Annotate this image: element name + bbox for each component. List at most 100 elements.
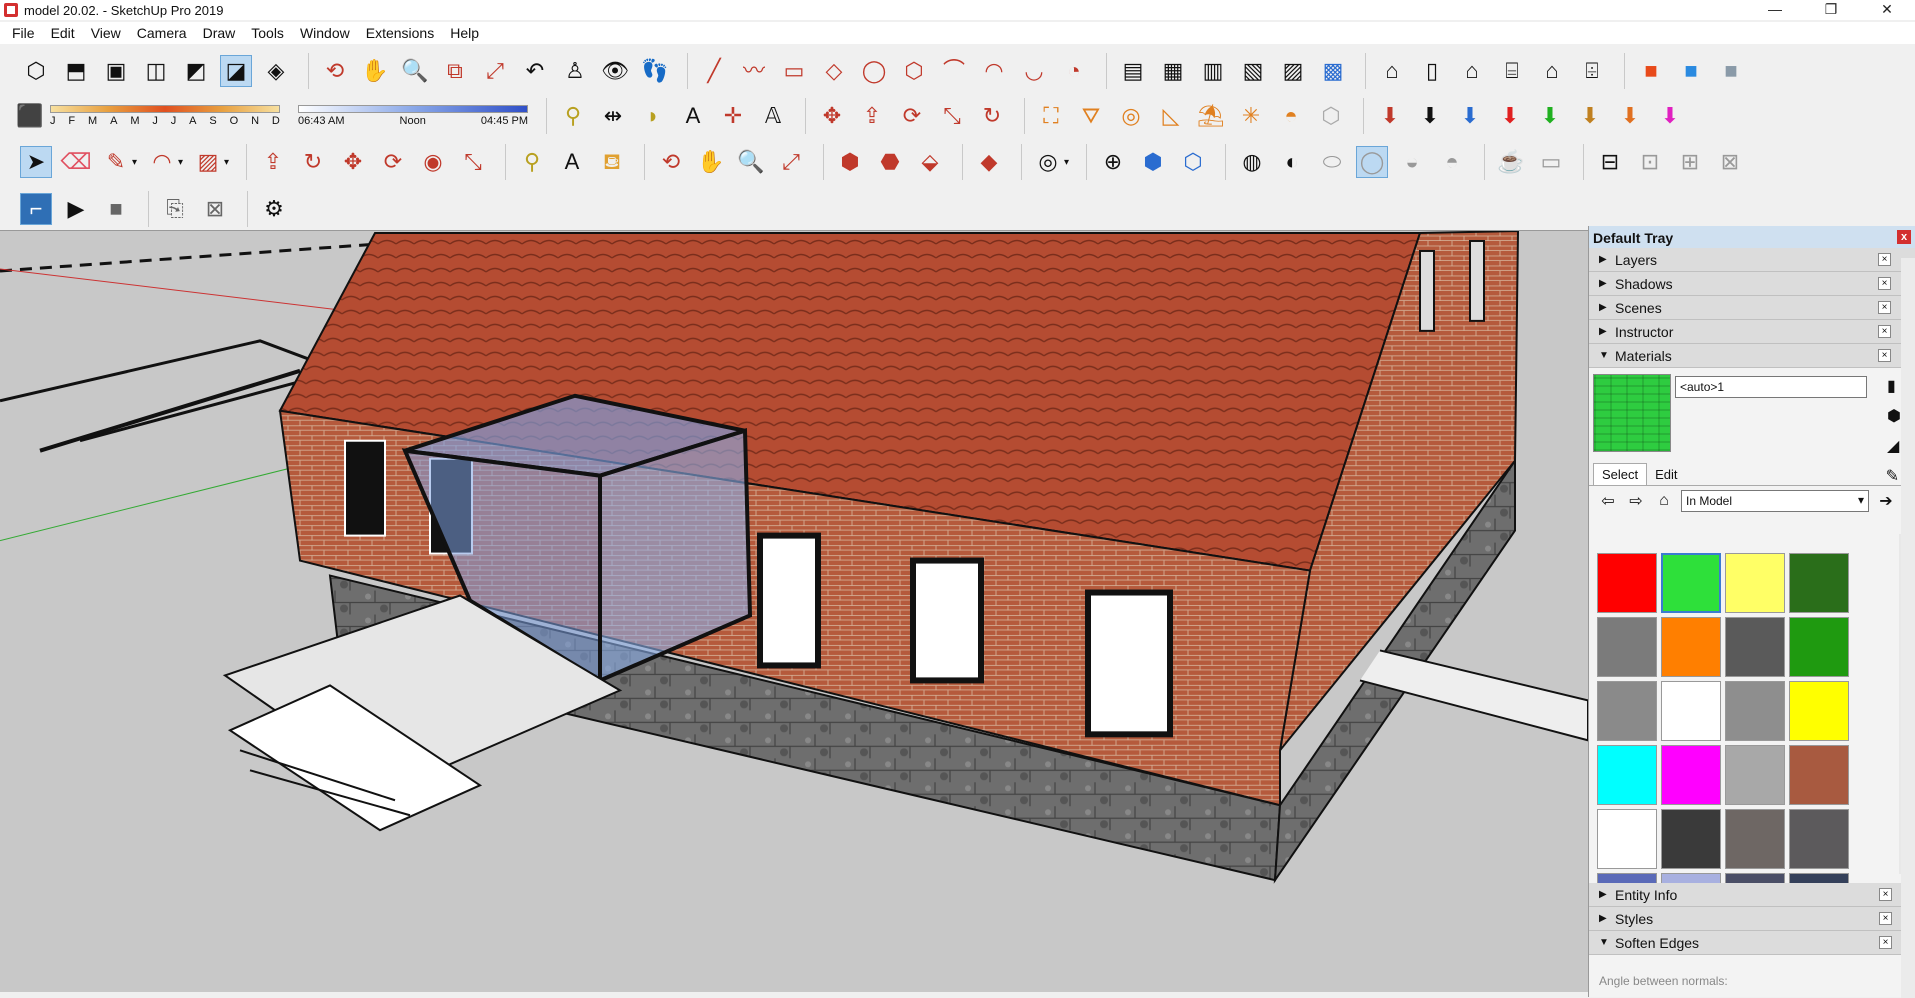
rotated-rectangle-icon[interactable]: ◇ bbox=[818, 55, 850, 87]
add-detail-icon[interactable]: ✳ bbox=[1235, 100, 1267, 132]
arrow-magenta-icon[interactable]: ⬇ bbox=[1654, 100, 1686, 132]
tray-scrollbar[interactable] bbox=[1901, 258, 1915, 998]
menu-camera[interactable]: Camera bbox=[129, 25, 195, 41]
drape-icon[interactable]: ⛱ bbox=[1195, 100, 1227, 132]
text-tool-icon[interactable]: A bbox=[556, 146, 588, 178]
position-camera-icon[interactable]: ♙ bbox=[559, 55, 591, 87]
eraser-icon[interactable]: ⌫ bbox=[60, 146, 92, 178]
cube-blue-icon[interactable]: ■ bbox=[1675, 55, 1707, 87]
gear-icon[interactable]: ⚙ bbox=[258, 193, 290, 225]
zoom-icon[interactable]: 🔍 bbox=[399, 55, 431, 87]
layout-icon[interactable]: ☕ bbox=[1495, 146, 1527, 178]
panel-close-icon[interactable]: × bbox=[1878, 277, 1891, 290]
pan-icon[interactable]: ✋ bbox=[359, 55, 391, 87]
material-swatch[interactable] bbox=[1725, 617, 1785, 677]
tape-measure-icon[interactable]: ⚲ bbox=[557, 100, 589, 132]
freehand-icon[interactable]: 〰 bbox=[738, 55, 770, 87]
crosshair-icon[interactable]: ⊕ bbox=[1097, 146, 1129, 178]
tape-tool-icon[interactable]: ⚲ bbox=[516, 146, 548, 178]
material-swatch[interactable] bbox=[1725, 809, 1785, 869]
move-tool-icon[interactable]: ✥ bbox=[337, 146, 369, 178]
material-swatch[interactable] bbox=[1661, 617, 1721, 677]
panel-close-icon[interactable]: × bbox=[1879, 912, 1892, 925]
menu-tools[interactable]: Tools bbox=[243, 25, 292, 41]
select-icon[interactable]: ➤ bbox=[20, 146, 52, 178]
chevron-down-icon[interactable]: ▾ bbox=[132, 157, 142, 168]
panel-scenes[interactable]: ▶ Scenes × bbox=[1589, 296, 1915, 320]
arrow-black-icon[interactable]: ⬇ bbox=[1414, 100, 1446, 132]
arrow-olive-icon[interactable]: ⬇ bbox=[1574, 100, 1606, 132]
material-swatch[interactable] bbox=[1597, 745, 1657, 805]
offset-icon[interactable]: ◉ bbox=[417, 146, 449, 178]
shape-icon[interactable]: ▨ bbox=[192, 146, 224, 178]
time-slider-track[interactable] bbox=[298, 105, 528, 113]
monochrome-icon[interactable]: ▭ bbox=[1535, 146, 1567, 178]
previous-view-icon[interactable]: ↶ bbox=[519, 55, 551, 87]
details-arrow-icon[interactable]: ➔ bbox=[1875, 491, 1897, 511]
dimension-icon[interactable]: ⇹ bbox=[597, 100, 629, 132]
arc-tool-icon[interactable]: ◠ bbox=[146, 146, 178, 178]
scale-icon[interactable]: ⤡ bbox=[936, 100, 968, 132]
share-component-icon[interactable]: ⬙ bbox=[914, 146, 946, 178]
arrow-orange-icon[interactable]: ⬇ bbox=[1614, 100, 1646, 132]
pencil-icon[interactable]: ✎ bbox=[100, 146, 132, 178]
pie-icon[interactable]: ◔ bbox=[1058, 55, 1090, 87]
material-name-input[interactable]: <auto>1 bbox=[1675, 376, 1867, 398]
panel-shadows[interactable]: ▶ Shadows × bbox=[1589, 272, 1915, 296]
material-swatch[interactable] bbox=[1725, 553, 1785, 613]
back-view-icon[interactable]: ◩ bbox=[180, 55, 212, 87]
solid-subtract-icon[interactable]: ▩ bbox=[1317, 55, 1349, 87]
wireframe-icon[interactable]: ⬭ bbox=[1316, 146, 1348, 178]
material-swatch[interactable] bbox=[1661, 681, 1721, 741]
back-edges-icon[interactable]: ◐ bbox=[1276, 146, 1308, 178]
scale-tool-icon[interactable]: ⤡ bbox=[457, 146, 489, 178]
panel-entity-info[interactable]: ▶ Entity Info × bbox=[1589, 883, 1915, 907]
play-icon[interactable]: ▶ bbox=[60, 193, 92, 225]
zoom-extents-icon[interactable]: ⤢ bbox=[479, 55, 511, 87]
material-swatch[interactable] bbox=[1661, 809, 1721, 869]
material-swatch[interactable] bbox=[1597, 553, 1657, 613]
menu-window[interactable]: Window bbox=[292, 25, 358, 41]
solid-union-icon[interactable]: ▨ bbox=[1277, 55, 1309, 87]
bottom-view-icon[interactable]: ◈ bbox=[260, 55, 292, 87]
material-swatch[interactable] bbox=[1789, 681, 1849, 741]
tab-select[interactable]: Select bbox=[1593, 463, 1648, 485]
panel-close-icon[interactable]: × bbox=[1878, 301, 1891, 314]
shaded-icon[interactable]: ◒ bbox=[1396, 146, 1428, 178]
outliner-icon[interactable]: ▧ bbox=[1237, 55, 1269, 87]
component-icon[interactable]: ▥ bbox=[1197, 55, 1229, 87]
top-view-icon[interactable]: ⬒ bbox=[60, 55, 92, 87]
push-pull-tool-icon[interactable]: ⇪ bbox=[257, 146, 289, 178]
get-models-icon[interactable]: ⬢ bbox=[834, 146, 866, 178]
time-slider[interactable]: 06:43 AM Noon 04:45 PM bbox=[298, 105, 528, 127]
display-section-cuts-icon[interactable]: ⊞ bbox=[1674, 146, 1706, 178]
material-swatch[interactable] bbox=[1725, 745, 1785, 805]
minimize-button[interactable]: — bbox=[1747, 0, 1803, 20]
date-slider-track[interactable] bbox=[50, 105, 280, 113]
flip-edge-icon[interactable]: ◓ bbox=[1275, 100, 1307, 132]
material-swatch[interactable] bbox=[1789, 617, 1849, 677]
panel-close-icon[interactable]: × bbox=[1878, 349, 1891, 362]
panel-styles[interactable]: ▶ Styles × bbox=[1589, 907, 1915, 931]
menu-help[interactable]: Help bbox=[442, 25, 487, 41]
material-swatch[interactable] bbox=[1597, 681, 1657, 741]
arrow-red-icon[interactable]: ⬇ bbox=[1374, 100, 1406, 132]
home-icon[interactable]: ⌂ bbox=[1653, 492, 1675, 510]
rotate-icon[interactable]: ⟳ bbox=[896, 100, 928, 132]
hidden-line-icon[interactable]: ◯ bbox=[1356, 146, 1388, 178]
model-viewport[interactable] bbox=[0, 230, 1588, 992]
line-icon[interactable]: ╱ bbox=[698, 55, 730, 87]
left-view-icon[interactable]: ◪ bbox=[220, 55, 252, 87]
building-icon[interactable]: ⌸ bbox=[1496, 55, 1528, 87]
maximize-button[interactable]: ❐ bbox=[1803, 0, 1859, 20]
smoove-icon[interactable]: ◎ bbox=[1115, 100, 1147, 132]
material-swatch[interactable] bbox=[1789, 553, 1849, 613]
back-arrow-icon[interactable]: ⇦ bbox=[1597, 491, 1619, 511]
group-icon[interactable]: ▤ bbox=[1117, 55, 1149, 87]
axes-icon[interactable]: ✛ bbox=[717, 100, 749, 132]
collection-select[interactable]: In Model bbox=[1681, 490, 1869, 512]
material-swatch[interactable] bbox=[1661, 553, 1721, 613]
rectangle-icon[interactable]: ▭ bbox=[778, 55, 810, 87]
from-contours-icon[interactable]: ⛶ bbox=[1035, 100, 1067, 132]
panel-soften-edges[interactable]: ▼ Soften Edges × bbox=[1589, 931, 1915, 955]
